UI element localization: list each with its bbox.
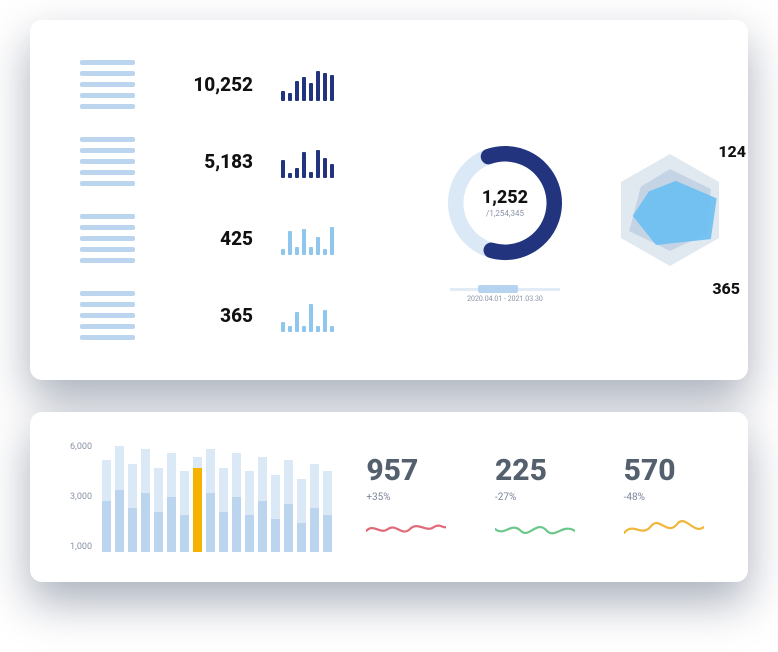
kpi-value: 225 [495,453,575,488]
bar [258,442,267,552]
placeholder-lines-icon [80,291,135,340]
placeholder-lines-icon [80,60,135,109]
kpi-delta: +35% [366,492,446,503]
kpi-delta: -48% [624,492,704,503]
placeholder-lines-icon [80,137,135,186]
donut-chart: 1,252 /1,254,345 [440,138,570,268]
bar [180,442,189,552]
bar [219,442,228,552]
bar [193,442,202,552]
y-tick: 1,000 [70,542,92,552]
date-range-label: 2020.04.01 - 2021.03.30 [467,295,543,303]
bar [154,442,163,552]
kpi-value: 957 [366,453,446,488]
radar-label-top: 124 [718,142,746,161]
metric-value: 5,183 [163,150,253,173]
sparkline-icon [495,513,575,541]
bar [297,442,306,552]
y-tick: 6,000 [70,442,92,452]
top-right-area: 1,252 /1,254,345 2020.04.01 - 2021.03.30… [440,60,750,340]
bar [206,442,215,552]
donut-value: 1,252 [482,187,528,208]
kpi-value: 570 [624,453,704,488]
bar [115,442,124,552]
bar [245,442,254,552]
metric-row: 425 [80,214,410,263]
metric-value: 425 [163,227,253,250]
mini-bar-chart [281,300,334,332]
metric-row: 10,252 [80,60,410,109]
mini-bar-chart [281,69,334,101]
date-range-slider[interactable]: 2020.04.01 - 2021.03.30 [440,288,570,303]
bottom-dashboard-card: 6,000 3,000 1,000 957 +35% 225 -27% 570 … [30,412,748,582]
sparkline-icon [366,513,446,541]
bar [167,442,176,552]
bar [310,442,319,552]
radar-chart: 124 365 [600,140,750,300]
kpi-card: 225 -27% [495,453,575,541]
bar [128,442,137,552]
metric-row: 5,183 [80,137,410,186]
y-axis-ticks: 6,000 3,000 1,000 [70,442,98,552]
metrics-column: 10,252 5,183 425 365 [80,60,410,340]
bar [323,442,332,552]
top-dashboard-card: 10,252 5,183 425 365 [30,20,748,380]
mini-bar-chart [281,146,334,178]
donut-block: 1,252 /1,254,345 2020.04.01 - 2021.03.30 [440,138,570,303]
metric-row: 365 [80,291,410,340]
sparkline-icon [624,513,704,541]
placeholder-lines-icon [80,214,135,263]
kpi-delta: -27% [495,492,575,503]
bar [284,442,293,552]
kpi-card: 957 +35% [366,453,446,541]
kpi-group: 957 +35% 225 -27% 570 -48% [362,453,708,541]
bar [141,442,150,552]
radar-label-bottom: 365 [712,279,740,298]
bar [102,442,111,552]
bar [271,442,280,552]
bar [232,442,241,552]
donut-total: /1,254,345 [486,209,524,218]
metric-value: 365 [163,304,253,327]
metric-value: 10,252 [163,73,253,96]
y-tick: 3,000 [70,492,92,502]
kpi-card: 570 -48% [624,453,704,541]
main-bar-chart: 6,000 3,000 1,000 [70,442,332,552]
mini-bar-chart [281,223,334,255]
